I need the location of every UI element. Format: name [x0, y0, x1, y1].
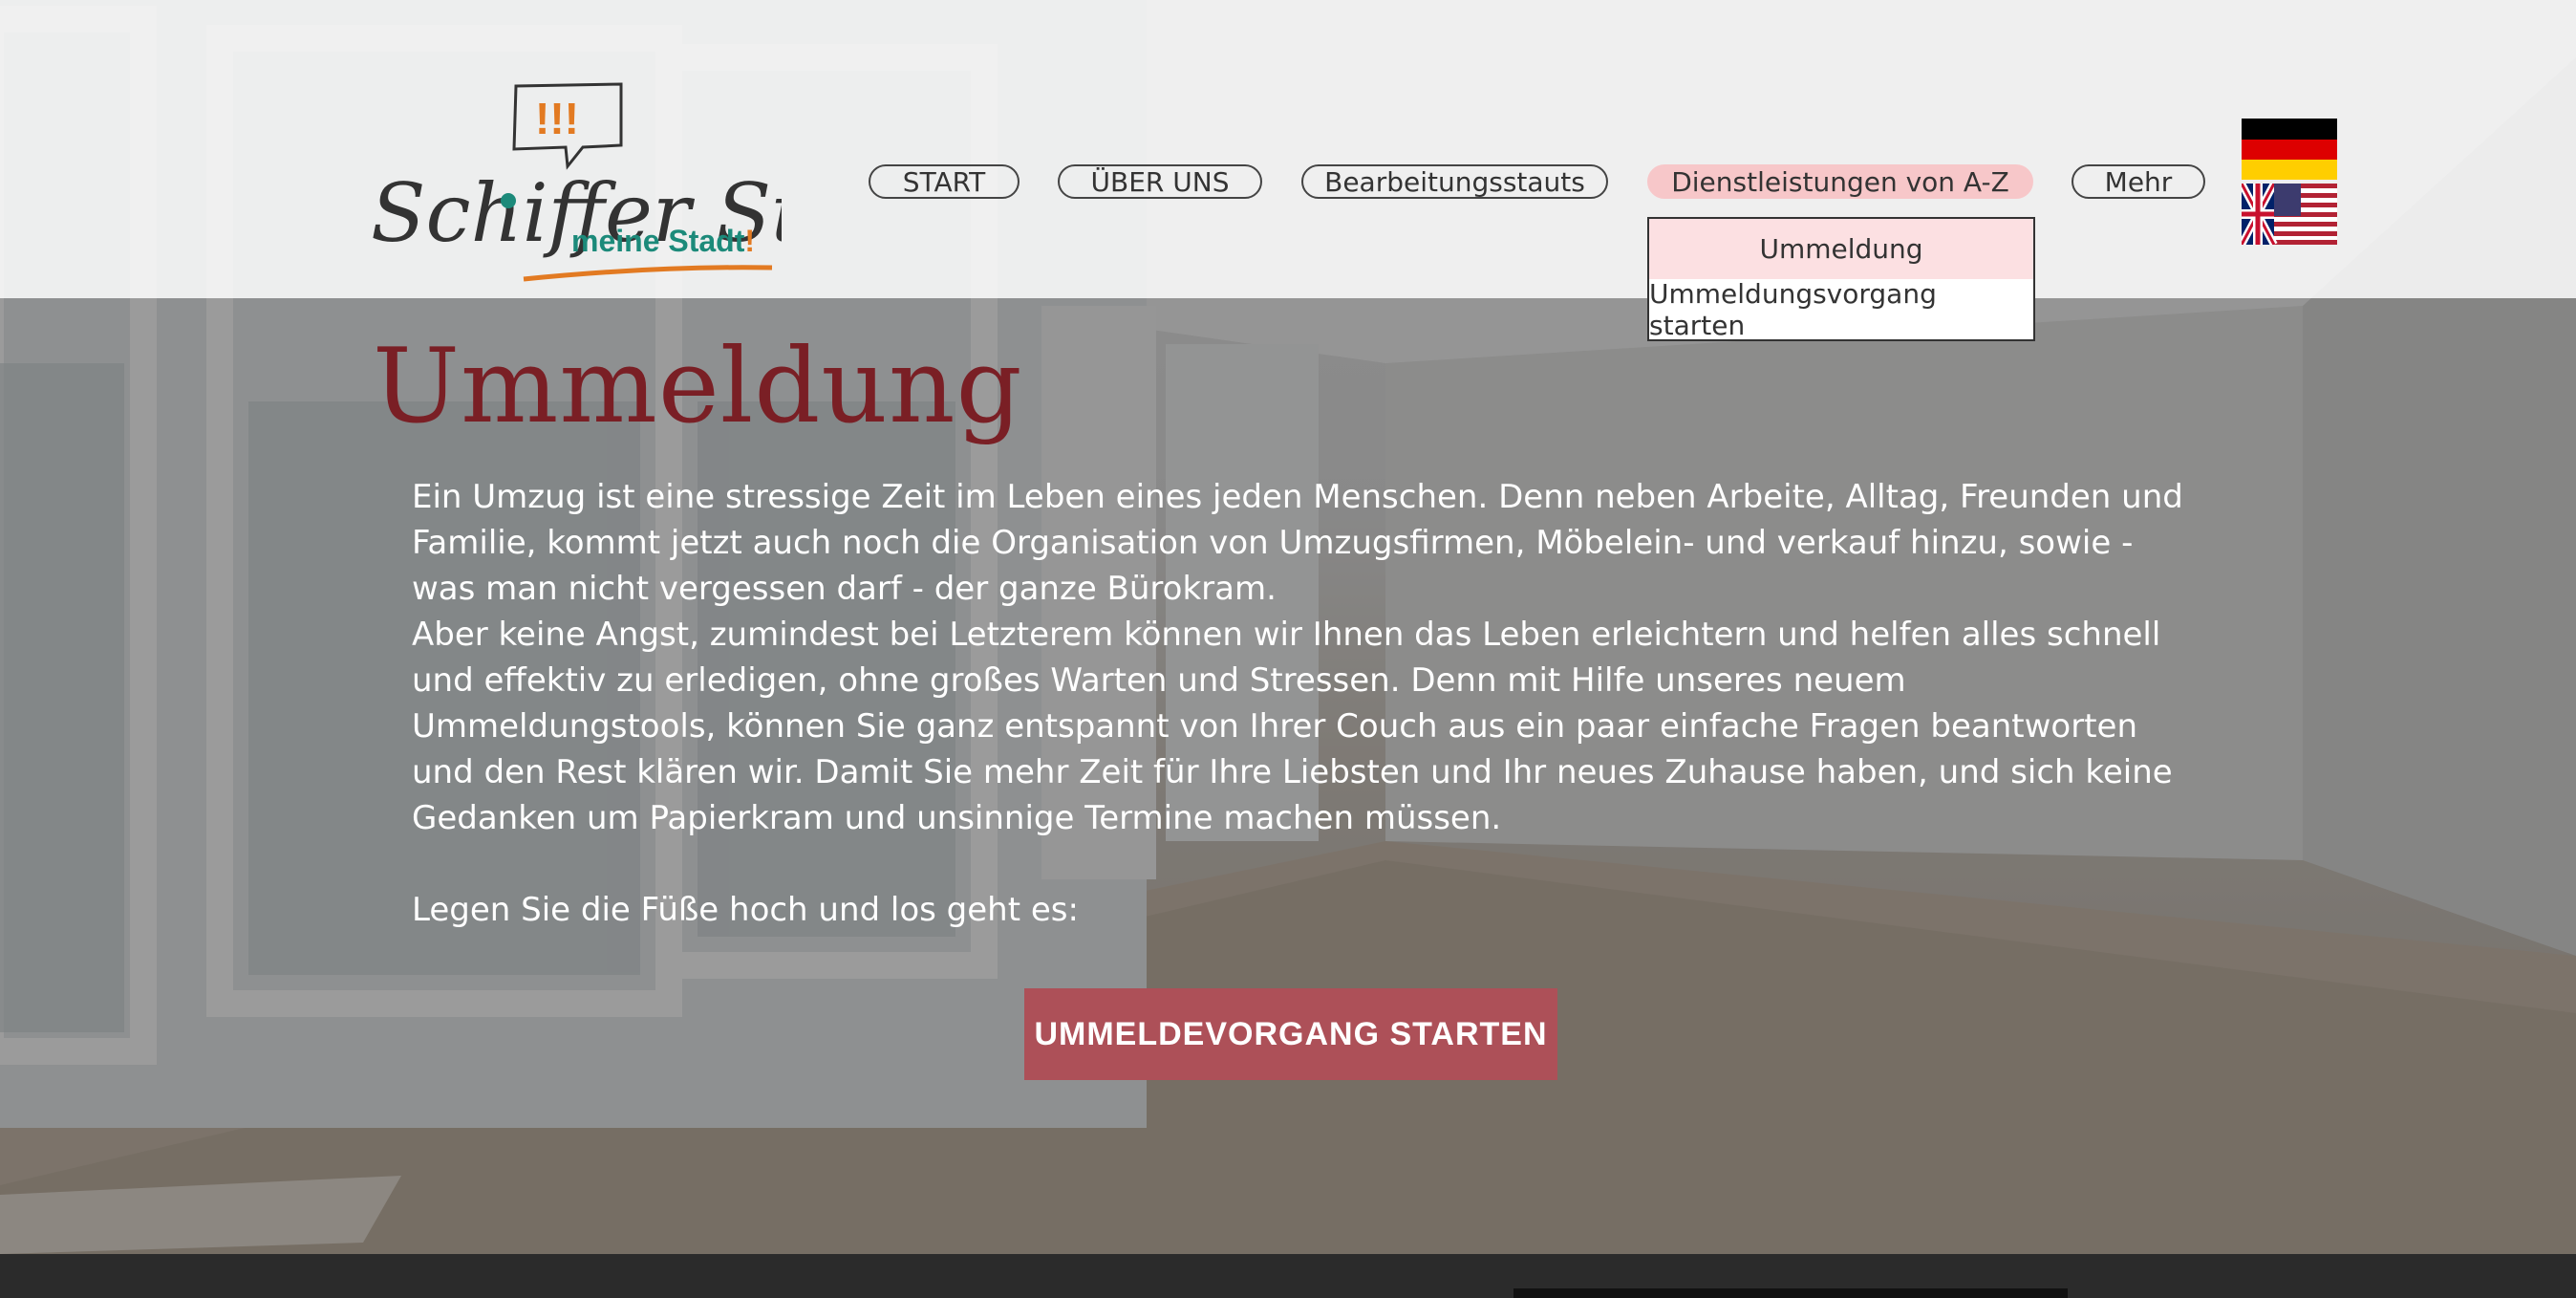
nav-dienstleistungen[interactable]: Dienstleistungen von A-Z	[1647, 164, 2033, 199]
english-flag-icon[interactable]	[2242, 184, 2337, 245]
dropdown-item-ummeldung[interactable]: Ummeldung	[1649, 219, 2033, 279]
nav-ueber-uns[interactable]: ÜBER UNS	[1058, 164, 1262, 199]
intro-paragraph-1: Ein Umzug ist eine stressige Zeit im Leb…	[412, 478, 2183, 608]
dienstleistungen-dropdown: Ummeldung Ummeldungsvorgang starten	[1647, 217, 2035, 341]
intro-paragraph-3: Legen Sie die Füße hoch und los geht es:	[412, 891, 1079, 929]
logo-tagline: meine Stadt!	[571, 224, 756, 258]
nav-start[interactable]: START	[869, 164, 1020, 199]
intro-text: Ein Umzug ist eine stressige Zeit im Leb…	[412, 474, 2189, 933]
logo-exclamations: !!!	[535, 94, 579, 143]
footer-bar	[0, 1254, 2576, 1298]
start-ummeldung-button[interactable]: UMMELDEVORGANG STARTEN	[1024, 988, 1557, 1080]
page-title: Ummeldung	[373, 327, 1023, 446]
site-logo[interactable]: !!! Schiffer Stadt meine Stadt!	[371, 78, 935, 289]
nav-bearbeitungsstatus[interactable]: Bearbeitungsstauts	[1301, 164, 1608, 199]
logo-dot	[501, 193, 516, 208]
site-header: !!! Schiffer Stadt meine Stadt! START ÜB…	[0, 0, 2576, 341]
intro-paragraph-2: Aber keine Angst, zumindest bei Letztere…	[412, 616, 2173, 837]
german-flag-icon[interactable]	[2242, 119, 2337, 180]
nav-mehr[interactable]: Mehr	[2072, 164, 2205, 199]
footer-block	[1513, 1288, 2068, 1298]
dropdown-item-ummeldungsvorgang[interactable]: Ummeldungsvorgang starten	[1649, 278, 2033, 341]
